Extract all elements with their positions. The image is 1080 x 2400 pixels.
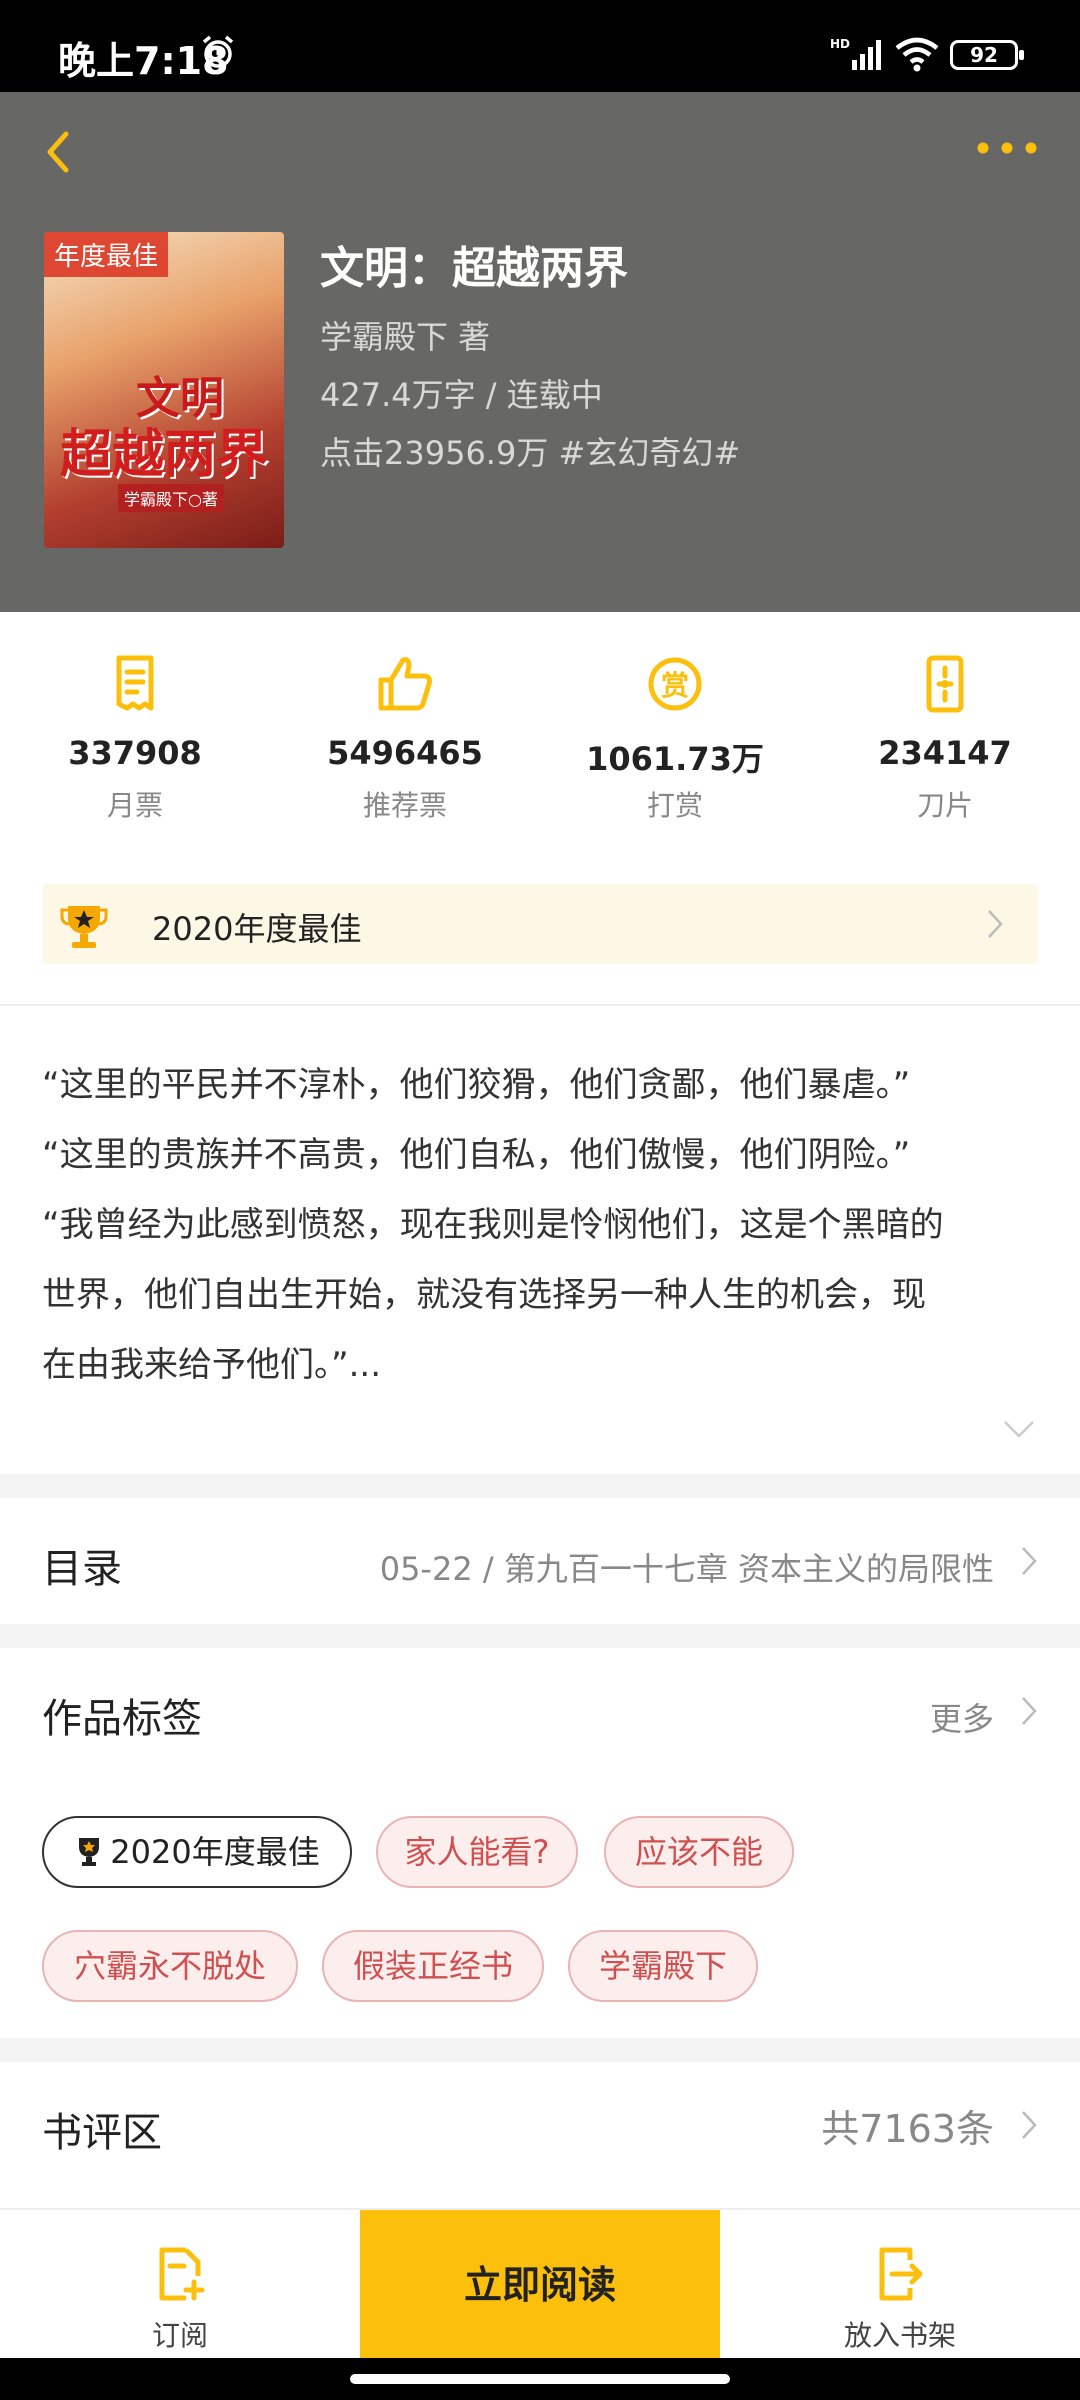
expand-chevron-icon[interactable]: [1002, 1418, 1036, 1440]
description-line: “这里的贵族并不高贵，他们自私，他们傲慢，他们阴险。”: [42, 1135, 911, 1175]
svg-text:赏: 赏: [661, 669, 689, 702]
book-title: 文明：超越两界: [320, 243, 628, 294]
toc-title: 目录: [42, 1546, 122, 1592]
monthly-ticket-icon: [116, 655, 154, 711]
award-text: 2020年度最佳: [152, 910, 362, 948]
description-line: 在由我来给予他们。”...: [42, 1345, 382, 1385]
book-header: 年度最佳 文明 超越两界 学霸殿下○著 文明：超越两界 学霸殿下 著 427.4…: [0, 92, 1080, 612]
chevron-right-icon: [1022, 1547, 1037, 1575]
award-banner[interactable]: 2020年度最佳: [42, 884, 1038, 964]
wifi-icon: [895, 37, 939, 72]
status-bar: 晚上7:18 HD 92: [0, 0, 1080, 92]
reviews-row[interactable]: 书评区 共7163条: [0, 2062, 1080, 2192]
thumbs-up-icon: [378, 657, 432, 711]
trophy-icon: [60, 906, 108, 948]
stats-row: 337908 月票 5496465 推荐票 赏 1061.73万 打赏 2341…: [0, 612, 1080, 862]
chevron-right-icon: [1022, 1697, 1037, 1725]
blade-icon: [926, 655, 964, 713]
tag-label: 2020年度最佳: [110, 1833, 320, 1871]
cover-author: 学霸殿下○著: [118, 484, 224, 512]
stat-value: 5496465: [327, 734, 483, 772]
tag-item[interactable]: 假装正经书: [322, 1930, 544, 2002]
stat-monthly-ticket[interactable]: 337908 月票: [0, 612, 270, 862]
signal-icon: HD: [830, 37, 881, 70]
add-to-shelf-label: 放入书架: [843, 2319, 956, 2352]
section-gap: [0, 1624, 1080, 1648]
book-length-status: 427.4万字 / 连载中: [320, 376, 603, 414]
description-line: 世界，他们自出生开始，就没有选择另一种人生的机会，现: [42, 1275, 926, 1315]
book-author[interactable]: 学霸殿下 著: [320, 312, 490, 358]
tag-item[interactable]: 应该不能: [604, 1816, 794, 1888]
add-to-shelf-icon: [879, 2247, 923, 2301]
tags-more-link[interactable]: 更多: [930, 1694, 994, 1740]
stat-recommend-ticket[interactable]: 5496465 推荐票: [270, 612, 540, 862]
book-description[interactable]: “这里的平民并不淳朴，他们狡猾，他们贪鄙，他们暴虐。” “这里的贵族并不高贵，他…: [42, 1050, 1042, 1400]
reward-icon: 赏: [648, 657, 702, 711]
subscribe-icon: [159, 2247, 205, 2301]
more-dots-icon[interactable]: [974, 136, 1040, 160]
toc-latest-chapter: 05-22 / 第九百一十七章 资本主义的局限性: [379, 1550, 994, 1588]
alarm-icon: [202, 35, 234, 68]
tags-section: 作品标签 更多 2020年度最佳 家人能看? 应该不能 穴霸永不脱处 假装正经书…: [0, 1648, 1080, 2038]
subscribe-button[interactable]: 订阅: [0, 2210, 360, 2360]
reviews-count: 共7163条: [821, 2107, 994, 2151]
stat-blade[interactable]: 234147 刀片: [810, 612, 1080, 862]
back-icon[interactable]: [38, 122, 78, 182]
stat-value: 1061.73万: [586, 740, 764, 778]
stat-value: 337908: [68, 734, 202, 772]
chevron-right-icon: [988, 910, 1003, 938]
tag-item[interactable]: 穴霸永不脱处: [42, 1930, 298, 2002]
system-navigation-bar: [0, 2358, 1080, 2400]
tags-title: 作品标签: [42, 1696, 202, 1742]
tag-item[interactable]: 家人能看?: [376, 1816, 578, 1888]
tag-item[interactable]: 学霸殿下: [568, 1930, 758, 2002]
section-gap: [0, 2038, 1080, 2062]
add-to-shelf-button[interactable]: 放入书架: [720, 2210, 1080, 2360]
stat-label: 打赏: [646, 789, 703, 822]
subscribe-label: 订阅: [151, 2319, 208, 2352]
read-now-button[interactable]: 立即阅读: [360, 2210, 720, 2360]
toc-row[interactable]: 目录 05-22 / 第九百一十七章 资本主义的局限性: [0, 1498, 1080, 1624]
cover-title-line2: 超越两界: [60, 424, 269, 485]
trophy-icon: [79, 1838, 100, 1866]
reviews-title: 书评区: [42, 2110, 162, 2156]
book-cover[interactable]: 年度最佳 文明 超越两界 学霸殿下○著: [44, 232, 284, 548]
stat-label: 推荐票: [362, 789, 447, 822]
divider: [0, 1004, 1080, 1006]
bottom-action-bar: 订阅 立即阅读 放入书架: [0, 2208, 1080, 2360]
chevron-right-icon: [1022, 2111, 1037, 2139]
stat-label: 月票: [106, 789, 163, 822]
description-line: “我曾经为此感到愤怒，现在我则是怜悯他们，这是个黑暗的: [42, 1205, 944, 1245]
cover-badge: 年度最佳: [44, 232, 169, 277]
stat-reward[interactable]: 赏 1061.73万 打赏: [540, 612, 810, 862]
tag-award[interactable]: 2020年度最佳: [42, 1816, 352, 1888]
battery-icon: 92: [950, 40, 1024, 70]
stat-label: 刀片: [916, 789, 973, 822]
description-line: “这里的平民并不淳朴，他们狡猾，他们贪鄙，他们暴虐。”: [42, 1065, 911, 1105]
book-clicks-genre: 点击23956.9万 #玄幻奇幻#: [320, 434, 741, 472]
home-indicator[interactable]: [350, 2374, 730, 2384]
section-gap: [0, 1474, 1080, 1498]
stat-value: 234147: [878, 734, 1012, 772]
svg-text:HD: HD: [830, 37, 850, 51]
